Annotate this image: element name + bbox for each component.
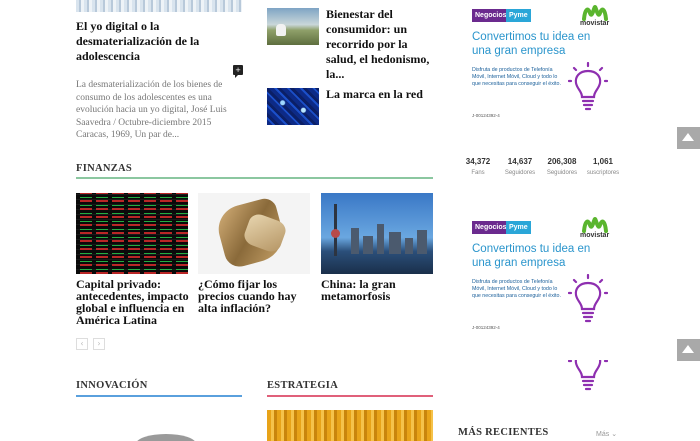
article-image[interactable]: [321, 193, 433, 274]
article-title[interactable]: Capital privado: antecedentes, impacto g…: [76, 278, 192, 326]
stat-value[interactable]: 14,637: [496, 157, 544, 166]
chevron-down-icon: ⌄: [611, 431, 618, 438]
article-image[interactable]: [267, 410, 433, 441]
article-thumbnail[interactable]: [267, 8, 319, 45]
section-heading-recientes: MÁS RECIENTES: [458, 427, 549, 438]
movistar-ad-banner[interactable]: Negocios Pyme movistar Convertimos tu id…: [472, 4, 622, 124]
article-image[interactable]: [198, 193, 310, 274]
article-title[interactable]: Bienestar del consumidor: un recorrido p…: [326, 7, 436, 82]
carousel-prev-button[interactable]: ‹: [76, 338, 88, 350]
article-thumbnail[interactable]: [267, 88, 319, 125]
lightbulb-icon: [568, 360, 608, 391]
ad-headline: Convertimos tu idea en una gran empresa: [472, 243, 591, 269]
ad-footer: J-00124392-4: [472, 325, 500, 330]
article-title[interactable]: China: la gran metamorfosis: [321, 278, 433, 302]
ad-tag-pyme: Pyme: [506, 9, 531, 22]
article-image[interactable]: [76, 428, 242, 441]
more-dropdown[interactable]: Más ⌄: [596, 430, 617, 438]
article-title[interactable]: La marca en la red: [326, 87, 436, 102]
movistar-ad-banner[interactable]: Negocios Pyme movistar Convertimos tu id…: [472, 216, 622, 336]
movistar-logo-icon: [582, 216, 608, 233]
stat-label: Fans: [471, 170, 485, 176]
section-divider: [76, 177, 433, 179]
section-divider: [76, 395, 242, 397]
stat-value[interactable]: 34,372: [454, 157, 502, 166]
ad-tag-negocios: Negocios: [472, 9, 510, 22]
stat-label: suscriptores: [586, 170, 620, 176]
movistar-logo-icon: [582, 4, 608, 21]
arrow-up-icon: [682, 345, 694, 353]
ad-headline: Convertimos tu idea en una gran empresa: [472, 31, 591, 57]
section-heading-finanzas[interactable]: FINANZAS: [76, 163, 132, 174]
ad-brand: movistar: [580, 20, 610, 27]
section-heading-estrategia[interactable]: ESTRATEGIA: [267, 380, 338, 391]
more-label: Más: [596, 431, 610, 438]
section-divider: [267, 395, 433, 397]
article-title[interactable]: ¿Cómo fijar los precios cuando hay alta …: [198, 278, 314, 314]
section-heading-innovacion[interactable]: INNOVACIÓN: [76, 380, 148, 391]
comment-icon[interactable]: +: [233, 65, 243, 78]
carousel-next-button[interactable]: ›: [93, 338, 105, 350]
scroll-top-button[interactable]: [677, 339, 700, 361]
ad-fragment: [472, 360, 622, 394]
article-title[interactable]: El yo digital o la desmaterialización de…: [76, 19, 242, 64]
stat-value[interactable]: 1,061: [579, 157, 627, 166]
ad-tag-negocios: Negocios: [472, 221, 510, 234]
article-excerpt: La desmaterialización de los bienes de c…: [76, 80, 227, 140]
ad-body-text: Disfruta de productos de Telefonía Móvil…: [472, 67, 561, 87]
ad-tag-pyme: Pyme: [506, 221, 531, 234]
ad-brand: movistar: [580, 232, 610, 239]
scroll-top-button[interactable]: [677, 127, 700, 149]
stat-label: Seguidores: [504, 170, 536, 176]
article-image[interactable]: [76, 0, 242, 12]
lightbulb-icon: [568, 62, 608, 111]
article-image[interactable]: [76, 193, 188, 274]
arrow-up-icon: [682, 133, 694, 141]
ad-body-text: Disfruta de productos de Telefonía Móvil…: [472, 279, 561, 299]
lightbulb-icon: [568, 274, 608, 323]
ad-footer: J-00124392-4: [472, 113, 500, 118]
